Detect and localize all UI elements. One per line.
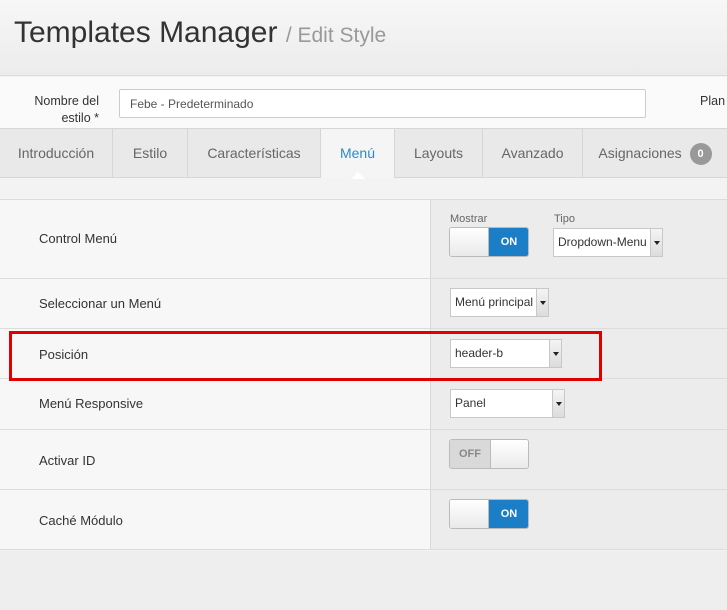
module-cache-label: Caché Módulo (39, 513, 123, 528)
tab-menu[interactable]: Menú (321, 129, 395, 179)
tab-layouts[interactable]: Layouts (395, 129, 483, 178)
menu-type-select[interactable]: Dropdown-Menu (553, 228, 663, 257)
row-module-cache: Caché Módulo ON (0, 490, 727, 551)
tab-label: Layouts (413, 145, 464, 161)
tab-label: Introducción (17, 145, 95, 161)
responsive-menu-select[interactable]: Panel (450, 389, 565, 418)
tab-avanzado[interactable]: Avanzado (483, 129, 583, 178)
chevron-down-icon (650, 229, 662, 256)
tab-label: Características (207, 145, 301, 161)
style-name-bar: Nombre del estilo * Plan (0, 77, 727, 128)
template-label: Plan (700, 94, 726, 108)
toggle-off-label: OFF (450, 440, 490, 468)
tab-label: Asignaciones (598, 145, 682, 161)
tab-label: Avanzado (501, 145, 564, 161)
tab-asignaciones[interactable]: Asignaciones 0 (583, 129, 727, 178)
type-label: Tipo (554, 213, 575, 225)
toggle-on-label: ON (489, 500, 528, 528)
show-label: Mostrar (450, 213, 488, 225)
tab-bar: Introducción Estilo Características Menú… (0, 128, 727, 179)
toggle-knob (490, 440, 528, 468)
responsive-menu-value: Panel (455, 396, 486, 410)
tab-caracteristicas[interactable]: Características (188, 129, 321, 178)
style-name-input[interactable] (119, 89, 646, 118)
module-cache-toggle[interactable]: ON (449, 499, 529, 529)
toggle-on-label: ON (489, 228, 528, 256)
tab-label: Menú (339, 145, 376, 161)
row-responsive-menu: Menú Responsive Panel (0, 379, 727, 430)
page-title-main: Templates Manager (14, 16, 278, 49)
control-menu-toggle[interactable]: ON (449, 227, 529, 257)
menu-select[interactable]: Menú principal (450, 288, 549, 317)
page-title: Templates Manager / Edit Style (14, 16, 386, 50)
chevron-down-icon (536, 289, 548, 316)
row-control-menu: Control Menú Mostrar ON Tipo Dropdown-Me… (0, 200, 727, 279)
style-name-label-line1: Nombre del (34, 94, 99, 108)
row-activate-id: Activar ID OFF (0, 430, 727, 490)
highlight-annotation-box (9, 331, 602, 381)
select-menu-label: Seleccionar un Menú (39, 296, 162, 311)
row-select-menu: Seleccionar un Menú Menú principal (0, 279, 727, 329)
style-name-label: Nombre del estilo * (9, 93, 99, 127)
responsive-menu-label: Menú Responsive (39, 396, 144, 411)
menu-select-value: Menú principal (455, 295, 534, 309)
tab-estilo[interactable]: Estilo (113, 129, 188, 178)
assignments-count-badge: 0 (689, 143, 712, 166)
tab-introduccion[interactable]: Introducción (0, 129, 113, 178)
menu-type-value: Dropdown-Menu (558, 235, 647, 249)
control-menu-label: Control Menú (39, 231, 118, 246)
page-footer (0, 551, 727, 610)
style-name-label-line2: estilo * (61, 111, 99, 125)
page-header: Templates Manager / Edit Style (0, 0, 727, 76)
toggle-knob (450, 228, 489, 256)
activate-id-toggle[interactable]: OFF (449, 439, 529, 469)
tab-label: Estilo (132, 145, 168, 161)
activate-id-label: Activar ID (39, 453, 96, 468)
toggle-knob (450, 500, 489, 528)
chevron-down-icon (552, 390, 564, 417)
page-subtitle: / Edit Style (285, 24, 387, 47)
